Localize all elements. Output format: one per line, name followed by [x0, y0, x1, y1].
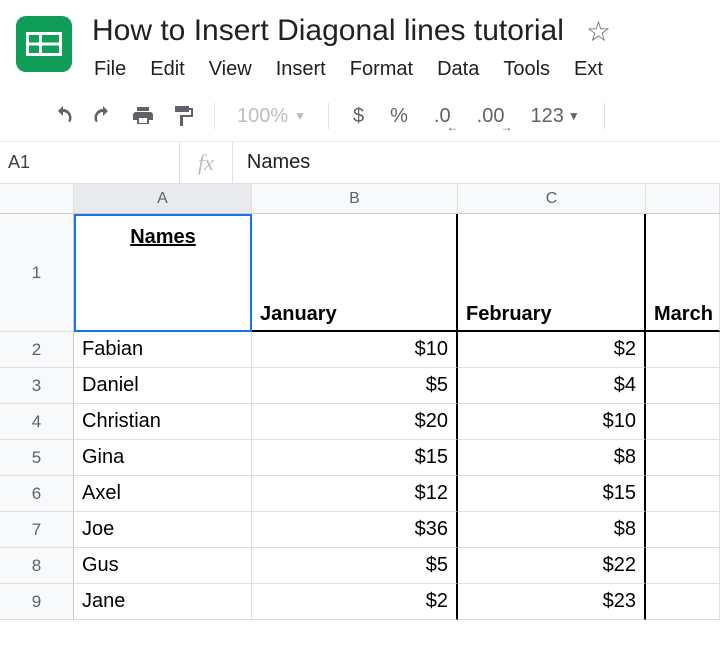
- column-headers: A B C: [0, 184, 720, 214]
- undo-icon[interactable]: [50, 103, 76, 129]
- cell-D3[interactable]: [646, 368, 720, 404]
- cell-C4[interactable]: $10: [458, 404, 646, 440]
- app-header: How to Insert Diagonal lines tutorial ☆ …: [0, 0, 720, 93]
- row-8: 8 Gus $5 $22: [0, 548, 720, 584]
- cell-B2[interactable]: $10: [252, 332, 458, 368]
- cell-C2[interactable]: $2: [458, 332, 646, 368]
- cell-D9[interactable]: [646, 584, 720, 620]
- cell-C8[interactable]: $22: [458, 548, 646, 584]
- menu-format[interactable]: Format: [350, 58, 413, 81]
- row-header[interactable]: 9: [0, 584, 74, 620]
- cell-A7[interactable]: Joe: [74, 512, 252, 548]
- menu-data[interactable]: Data: [437, 58, 479, 81]
- cell-A8[interactable]: Gus: [74, 548, 252, 584]
- menu-insert[interactable]: Insert: [276, 58, 326, 81]
- separator: [328, 103, 329, 129]
- chevron-down-icon: ▼: [568, 109, 580, 123]
- row-6: 6 Axel $12 $15: [0, 476, 720, 512]
- select-all-corner[interactable]: [0, 184, 74, 214]
- cell-D8[interactable]: [646, 548, 720, 584]
- row-2: 2 Fabian $10 $2: [0, 332, 720, 368]
- cell-A1-text: Names: [130, 226, 196, 249]
- cell-C5[interactable]: $8: [458, 440, 646, 476]
- menu-file[interactable]: File: [94, 58, 126, 81]
- cell-B6[interactable]: $12: [252, 476, 458, 512]
- row-1: 1 Names January February March: [0, 214, 720, 332]
- cell-D4[interactable]: [646, 404, 720, 440]
- menu-extensions[interactable]: Ext: [574, 58, 603, 81]
- number-format[interactable]: 123 ▼: [524, 105, 585, 128]
- cell-B5[interactable]: $15: [252, 440, 458, 476]
- row-header[interactable]: 2: [0, 332, 74, 368]
- cell-A2[interactable]: Fabian: [74, 332, 252, 368]
- row-header[interactable]: 3: [0, 368, 74, 404]
- menu-tools[interactable]: Tools: [503, 58, 550, 81]
- cell-C6[interactable]: $15: [458, 476, 646, 512]
- cell-A1[interactable]: Names: [74, 214, 252, 332]
- doc-title[interactable]: How to Insert Diagonal lines tutorial: [92, 14, 564, 48]
- formula-bar: A1 fx Names: [0, 142, 720, 184]
- col-header-B[interactable]: B: [252, 184, 458, 214]
- formula-input[interactable]: Names: [233, 151, 720, 174]
- menu-bar: File Edit View Insert Format Data Tools …: [92, 48, 710, 93]
- print-icon[interactable]: [130, 103, 156, 129]
- row-7: 7 Joe $36 $8: [0, 512, 720, 548]
- decrease-decimal[interactable]: .0←: [428, 105, 457, 128]
- row-4: 4 Christian $20 $10: [0, 404, 720, 440]
- format-currency[interactable]: $: [347, 105, 370, 128]
- separator: [604, 103, 605, 129]
- row-header[interactable]: 6: [0, 476, 74, 512]
- cell-C1[interactable]: February: [458, 214, 646, 332]
- zoom-value: 100%: [237, 105, 288, 128]
- cell-D2[interactable]: [646, 332, 720, 368]
- col-header-A[interactable]: A: [74, 184, 252, 214]
- cell-D6[interactable]: [646, 476, 720, 512]
- cell-C7[interactable]: $8: [458, 512, 646, 548]
- cell-D7[interactable]: [646, 512, 720, 548]
- cell-C3[interactable]: $4: [458, 368, 646, 404]
- star-icon[interactable]: ☆: [586, 15, 611, 48]
- cell-B3[interactable]: $5: [252, 368, 458, 404]
- increase-decimal[interactable]: .00→: [471, 105, 511, 128]
- zoom-select[interactable]: 100% ▼: [233, 105, 310, 128]
- menu-edit[interactable]: Edit: [150, 58, 184, 81]
- spreadsheet-grid: A B C 1 Names January February March 2 F…: [0, 184, 720, 620]
- cell-B8[interactable]: $5: [252, 548, 458, 584]
- cell-A5[interactable]: Gina: [74, 440, 252, 476]
- menu-view[interactable]: View: [209, 58, 252, 81]
- chevron-down-icon: ▼: [294, 109, 306, 123]
- row-header[interactable]: 8: [0, 548, 74, 584]
- row-header[interactable]: 4: [0, 404, 74, 440]
- name-box[interactable]: A1: [0, 142, 180, 183]
- cell-B4[interactable]: $20: [252, 404, 458, 440]
- cell-D5[interactable]: [646, 440, 720, 476]
- row-5: 5 Gina $15 $8: [0, 440, 720, 476]
- fx-label: fx: [180, 142, 233, 183]
- paint-format-icon[interactable]: [170, 103, 196, 129]
- row-header[interactable]: 7: [0, 512, 74, 548]
- cell-C9[interactable]: $23: [458, 584, 646, 620]
- cell-B7[interactable]: $36: [252, 512, 458, 548]
- cell-B9[interactable]: $2: [252, 584, 458, 620]
- col-header-D[interactable]: [646, 184, 720, 214]
- cell-A6[interactable]: Axel: [74, 476, 252, 512]
- sheets-logo: [16, 16, 72, 72]
- row-header[interactable]: 5: [0, 440, 74, 476]
- cell-D1[interactable]: March: [646, 214, 720, 332]
- row-header[interactable]: 1: [0, 214, 74, 332]
- separator: [214, 103, 215, 129]
- cell-A9[interactable]: Jane: [74, 584, 252, 620]
- col-header-C[interactable]: C: [458, 184, 646, 214]
- row-9: 9 Jane $2 $23: [0, 584, 720, 620]
- row-3: 3 Daniel $5 $4: [0, 368, 720, 404]
- redo-icon[interactable]: [90, 103, 116, 129]
- format-percent[interactable]: %: [384, 105, 414, 128]
- toolbar: 100% ▼ $ % .0← .00→ 123 ▼: [0, 93, 720, 142]
- cell-B1[interactable]: January: [252, 214, 458, 332]
- cell-A4[interactable]: Christian: [74, 404, 252, 440]
- cell-A3[interactable]: Daniel: [74, 368, 252, 404]
